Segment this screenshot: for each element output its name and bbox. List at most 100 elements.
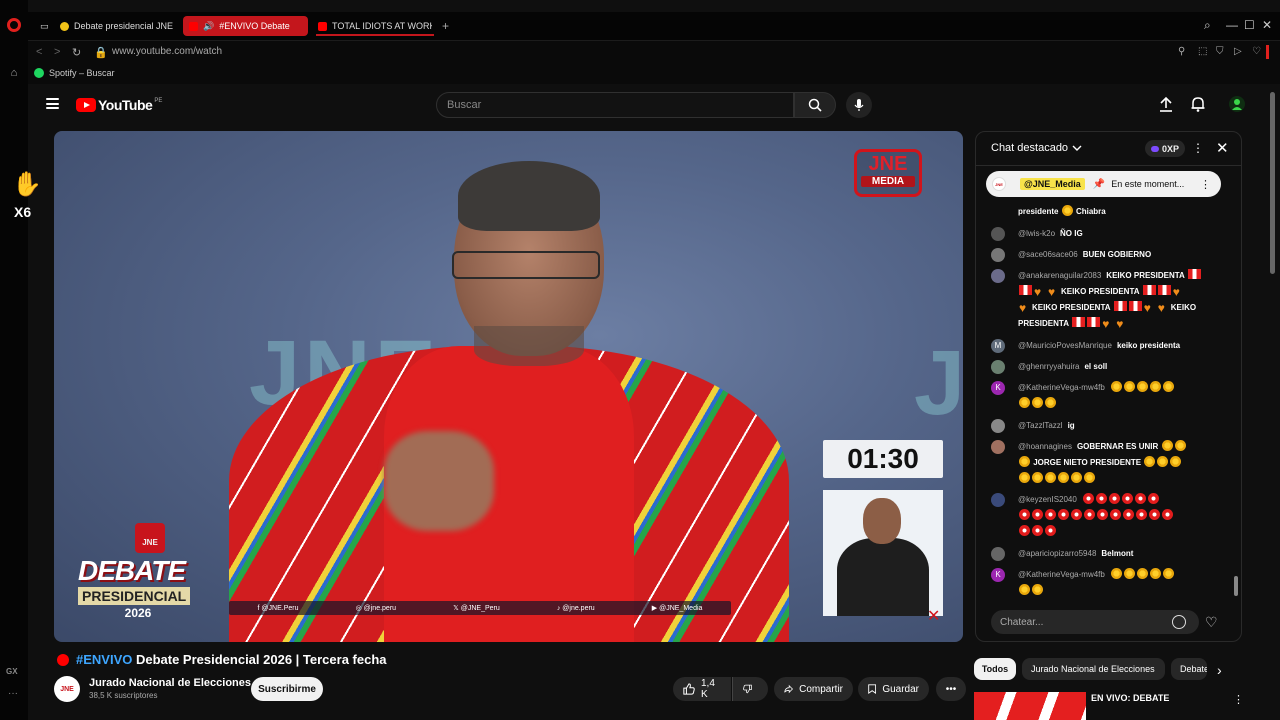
message-author[interactable]: @KatherineVega-mw4fb	[1018, 383, 1105, 392]
search-button[interactable]	[794, 92, 836, 118]
debate-presidencial-logo: JNE DEBATE PRESIDENCIAL 2026	[78, 523, 223, 620]
menu-icon[interactable]	[46, 98, 59, 109]
message-author[interactable]: @keyzenIS2040	[1018, 495, 1077, 504]
message-text: ÑO IG	[1060, 229, 1083, 238]
tab-search-icon[interactable]: ⌕	[1204, 18, 1211, 33]
save-button[interactable]: Guardar	[858, 677, 929, 701]
opera-logo-icon[interactable]	[7, 18, 21, 32]
close-chat-icon[interactable]: ✕	[1216, 139, 1229, 157]
pinned-message[interactable]: JNE @JNE_Media 📌 En este moment... ⋮	[986, 171, 1221, 197]
sun-emoji	[1019, 456, 1030, 467]
user-avatar: M	[991, 339, 1005, 353]
emoji-picker-icon[interactable]	[1172, 615, 1186, 629]
red-circle-emoji	[1019, 525, 1030, 536]
search-input[interactable]	[437, 93, 793, 117]
bell-icon	[1191, 97, 1205, 112]
message-author[interactable]: @hoannagines	[1018, 442, 1072, 451]
xp-badge[interactable]: 0XP	[1145, 140, 1186, 157]
bookmark-spotify[interactable]: Spotify – Buscar	[34, 68, 115, 78]
notifications-button[interactable]	[1189, 95, 1207, 113]
message-author[interactable]: @sace06sace06	[1018, 250, 1078, 259]
save-label: Guardar	[882, 683, 919, 695]
red-circle-emoji	[1108, 493, 1120, 504]
workspaces-icon[interactable]: ⌂	[7, 67, 21, 79]
message-text: KEIKO	[1170, 303, 1197, 312]
chip-debate[interactable]: Debate	[1171, 658, 1207, 680]
subscribe-button[interactable]: Suscribirme	[251, 677, 323, 701]
tab-debate-jne[interactable]: Debate presidencial JNE E	[54, 16, 176, 36]
chip-jurado[interactable]: Jurado Nacional de Elecciones	[1022, 658, 1165, 680]
live-indicator-icon	[57, 654, 69, 666]
chip-todos[interactable]: Todos	[974, 658, 1016, 680]
share-label: Compartir	[799, 683, 843, 695]
message-author[interactable]: @TazzlTazzl	[1018, 421, 1063, 430]
snapshot-icon[interactable]: ⬚	[1198, 46, 1207, 57]
stage-logo-text: J	[914, 332, 963, 434]
channel-name[interactable]: Jurado Nacional de Elecciones	[89, 677, 251, 689]
user-avatar	[991, 227, 1005, 241]
message-author[interactable]: @lwis-k2o	[1018, 229, 1055, 238]
recommendation-menu-icon[interactable]: ⋮	[1233, 693, 1244, 706]
chat-mode-dropdown[interactable]: Chat destacado	[991, 142, 1082, 154]
voice-search-button[interactable]	[846, 92, 872, 118]
recommendation-thumbnail[interactable]	[974, 692, 1086, 720]
reload-icon[interactable]: ↻	[72, 46, 81, 59]
message-text: GOBERNAR ES UNIR	[1076, 442, 1159, 451]
menu-icon[interactable]	[1266, 45, 1269, 59]
heart-icon[interactable]: ♡	[1252, 46, 1261, 57]
chat-menu-icon[interactable]: ⋮	[1192, 141, 1204, 155]
sun-emoji	[1032, 397, 1043, 408]
new-tab-button[interactable]: +	[436, 16, 456, 36]
url-field[interactable]: www.youtube.com/watch	[112, 46, 222, 57]
sun-emoji	[1032, 584, 1043, 595]
chat-scroll-thumb[interactable]	[1234, 576, 1238, 596]
sun-emoji	[1149, 381, 1161, 392]
user-avatar	[991, 493, 1005, 507]
upload-button[interactable]	[1157, 95, 1175, 113]
back-icon[interactable]: <	[36, 46, 42, 58]
sun-emoji	[1149, 568, 1161, 579]
chat-message: K @KatherineVega-mw4fb	[991, 380, 1221, 412]
like-button[interactable]: 1,4 K	[673, 677, 731, 701]
speaker-hand	[384, 431, 494, 531]
send-icon[interactable]: ▷	[1234, 46, 1242, 57]
message-author[interactable]: @apariciopizarro5948	[1018, 549, 1096, 558]
minimize-icon[interactable]: —	[1226, 18, 1238, 32]
close-window-icon[interactable]: ✕	[1262, 18, 1272, 32]
message-author[interactable]: @ghenrryyahuira	[1018, 362, 1079, 371]
forward-icon[interactable]: >	[54, 46, 60, 58]
tab-island-icon[interactable]: ▭	[34, 16, 54, 36]
red-circle-emoji	[1149, 509, 1160, 520]
chat-input[interactable]	[991, 610, 1171, 634]
youtube-logo[interactable]: YouTube PE	[76, 97, 162, 113]
chevron-right-icon[interactable]: ›	[1217, 662, 1222, 678]
account-avatar[interactable]	[1228, 95, 1246, 113]
tab-envivo-debate[interactable]: 🔊 #ENVIVO Debate	[183, 16, 308, 36]
message-author[interactable]: @MauricioPovesManrique	[1018, 341, 1112, 350]
message-author[interactable]: @KatherineVega-mw4fb	[1018, 570, 1105, 579]
share-button[interactable]: Compartir	[774, 677, 853, 701]
maximize-icon[interactable]: ☐	[1244, 18, 1255, 32]
message-author[interactable]: @anakarenaguilar2083	[1018, 271, 1101, 280]
pinned-menu-icon[interactable]: ⋮	[1200, 178, 1211, 191]
gx-label[interactable]: GX	[6, 667, 18, 676]
speaker-icon[interactable]: 🔊	[203, 21, 214, 32]
tab-total-idiots[interactable]: TOTAL IDIOTS AT WORK#	[312, 16, 432, 36]
sun-emoji	[1162, 568, 1174, 579]
peru-flag-emoji	[1142, 285, 1156, 295]
pin-icon[interactable]: ⚲	[1178, 46, 1185, 57]
bookmark-icon	[868, 684, 877, 695]
heart-reaction-icon[interactable]: ♡	[1205, 614, 1218, 631]
orange-heart-emoji: ♥	[1019, 301, 1027, 315]
dislike-button[interactable]	[732, 677, 768, 701]
recommendation-title[interactable]: EN VIVO: DEBATE	[1091, 693, 1169, 703]
page-scrollbar[interactable]	[1270, 92, 1275, 274]
sidebar-more-icon[interactable]: ···	[8, 688, 18, 699]
chat-scrollbar[interactable]	[1234, 172, 1238, 612]
channel-avatar[interactable]: JNE	[54, 676, 80, 702]
shield-icon[interactable]: ⛉	[1216, 46, 1224, 57]
more-actions-button[interactable]: •••	[936, 677, 966, 701]
video-player[interactable]: JNE J JNE MEDIA 01:30 JNE DEBATE PRESIDE…	[54, 131, 963, 642]
title-hashtag[interactable]: #ENVIVO	[76, 652, 132, 667]
orange-heart-emoji: ♥	[1034, 285, 1042, 299]
